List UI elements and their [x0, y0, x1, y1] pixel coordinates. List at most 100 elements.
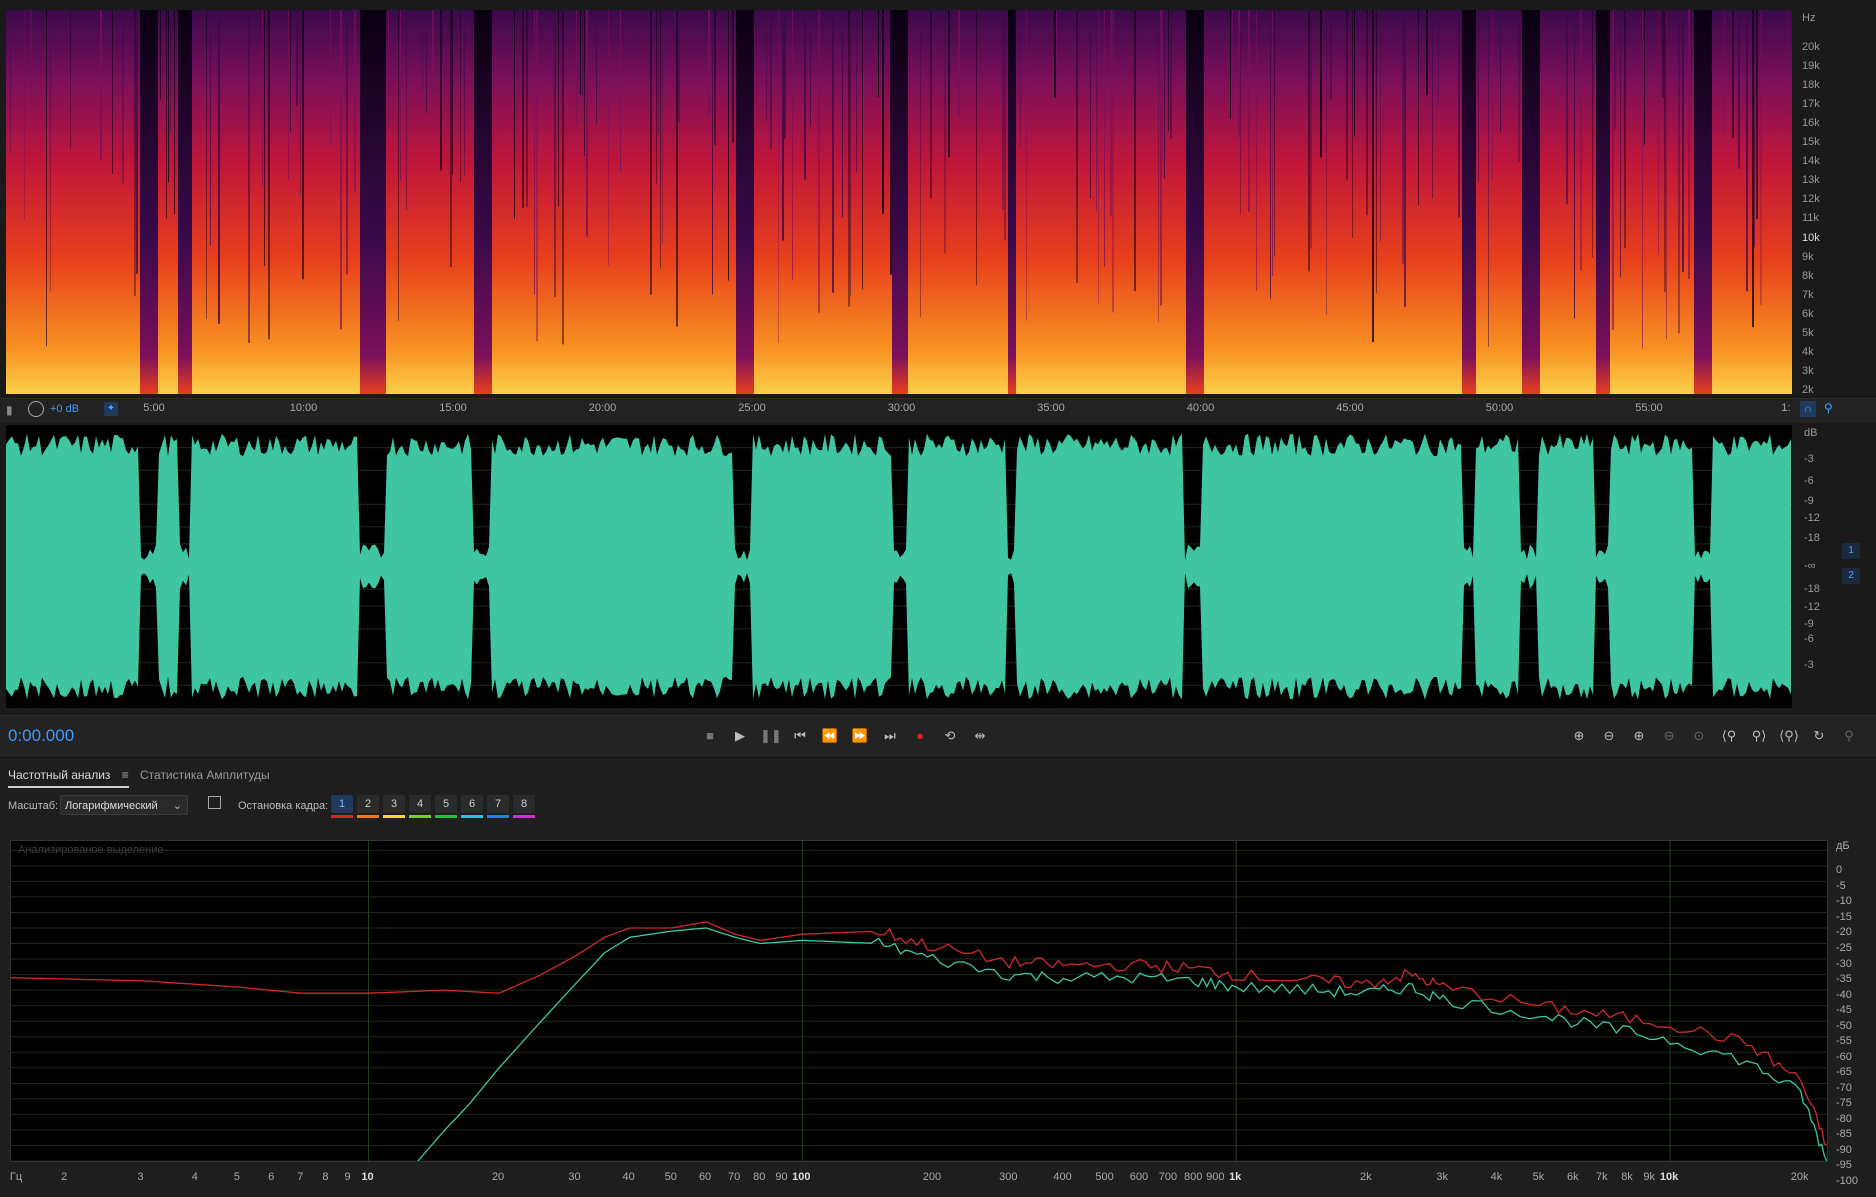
- spectral-streak: [1054, 10, 1056, 98]
- spectral-streak: [300, 10, 301, 196]
- freeze-frame-1[interactable]: 1: [331, 795, 353, 818]
- zoom-out-time-icon[interactable]: ⊖: [1658, 726, 1680, 746]
- tab-frequency-analysis[interactable]: Частотный анализ ≡: [8, 768, 129, 788]
- spectral-streak: [850, 10, 851, 296]
- skip-to-end-icon[interactable]: ⏭: [880, 726, 900, 746]
- spectral-streak: [534, 10, 535, 295]
- spectral-streak: [596, 10, 597, 124]
- db-tick: -5: [1836, 879, 1846, 892]
- spectral-quiet-column: [484, 10, 486, 394]
- channel-2-toggle[interactable]: 2: [1842, 568, 1860, 584]
- spectral-streak: [804, 10, 806, 180]
- spectral-streak: [586, 10, 588, 237]
- pause-icon[interactable]: ❚❚: [760, 726, 782, 746]
- spectral-quiet-column: [476, 10, 478, 394]
- spectral-streak: [1330, 10, 1332, 100]
- headphones-icon[interactable]: ∩: [1800, 401, 1816, 417]
- tab-amplitude-statistics[interactable]: Статистика Амплитуды: [140, 768, 270, 782]
- frequency-analysis-panel: Частотный анализ ≡ Статистика Амплитуды …: [0, 757, 1876, 1197]
- spectral-quiet-column: [184, 10, 186, 394]
- hz-tick: 700: [1158, 1171, 1178, 1183]
- spectral-quiet-column: [1188, 10, 1190, 394]
- db-tick: -55: [1836, 1035, 1852, 1048]
- skip-selection-icon[interactable]: ⇹: [970, 726, 990, 746]
- zoom-in-time-icon[interactable]: ⊕: [1628, 726, 1650, 746]
- waveform-display[interactable]: [6, 425, 1792, 708]
- hz-tick: 4k: [1490, 1171, 1503, 1183]
- spectral-streak: [1402, 10, 1404, 264]
- spectral-streak: [890, 10, 892, 275]
- freeze-frame-2[interactable]: 2: [357, 795, 379, 818]
- freeze-frame-8[interactable]: 8: [513, 795, 535, 818]
- rewind-icon[interactable]: ⏪: [820, 726, 840, 746]
- spectral-streak: [1248, 10, 1250, 212]
- spectral-freq-tick: 7k: [1802, 288, 1814, 301]
- stop-icon[interactable]: ■: [700, 726, 720, 746]
- spectral-streak: [1310, 10, 1312, 249]
- hz-axis: Гц 2 3 4 5 6 7 8 9 10 20 30 40 50 60 70 80 90 100 200 300 400…: [0, 1168, 1876, 1192]
- spectral-streak: [10, 10, 11, 154]
- hz-tick: 900: [1206, 1171, 1225, 1183]
- loop-icon[interactable]: ⟲: [940, 726, 960, 746]
- scale-select[interactable]: Логарифмический ⌄: [60, 795, 188, 815]
- marker-icon[interactable]: ⚲: [1824, 401, 1833, 415]
- spectral-quiet-column: [140, 10, 142, 394]
- spectral-quiet-column: [1538, 10, 1540, 394]
- hz-tick: 40: [622, 1171, 635, 1183]
- spectral-streak: [262, 10, 263, 186]
- spectral-streak: [1020, 10, 1021, 148]
- menu-icon[interactable]: ≡: [122, 768, 129, 782]
- spectral-streak: [1754, 10, 1755, 248]
- spectral-freq-tick: 16k: [1802, 117, 1820, 130]
- freeze-frame-5[interactable]: 5: [435, 795, 457, 818]
- waveform-db-tick: -6: [1804, 475, 1814, 487]
- spectral-streak: [1432, 10, 1433, 199]
- record-icon[interactable]: ●: [910, 726, 930, 746]
- spectral-quiet-column: [360, 10, 362, 394]
- spectral-streak: [676, 10, 678, 327]
- zoom-in-right-icon[interactable]: ⚲⟩: [1748, 726, 1770, 746]
- spectral-streak: [770, 10, 772, 150]
- zoom-reset-icon[interactable]: ↻: [1808, 726, 1830, 746]
- spectral-quiet-column: [748, 10, 750, 394]
- spectral-quiet-column: [1532, 10, 1534, 394]
- fast-forward-icon[interactable]: ⏩: [850, 726, 870, 746]
- hz-tick: 9k: [1643, 1171, 1656, 1183]
- skip-to-start-icon[interactable]: ⏮: [790, 726, 810, 746]
- hz-tick: 50: [664, 1171, 677, 1183]
- volume-knob-icon[interactable]: [28, 401, 44, 417]
- zoom-tracks-icon[interactable]: ⚲: [1838, 726, 1860, 746]
- zoom-in-amplitude-icon[interactable]: ⊕: [1568, 726, 1590, 746]
- frequency-plot[interactable]: [10, 840, 1828, 1162]
- time-ruler[interactable]: ▮ +0 dB ✦ ∩ ⚲ 5:00 10:00 15:00 20:00 25:00 30…: [0, 398, 1876, 424]
- zoom-out-amplitude-icon[interactable]: ⊖: [1598, 726, 1620, 746]
- spectral-streak: [1426, 10, 1428, 96]
- spectral-quiet-column: [1186, 10, 1188, 394]
- db-tick: -10: [1836, 895, 1852, 908]
- pin-icon[interactable]: ✦: [104, 402, 118, 416]
- spectral-unit-label: Hz: [1802, 12, 1816, 24]
- spectral-quiet-column: [486, 10, 488, 394]
- freeze-frame-label: 1: [338, 798, 346, 810]
- channel-1-toggle[interactable]: 1: [1842, 543, 1860, 559]
- spectral-quiet-column: [382, 10, 384, 394]
- freeze-frame-4[interactable]: 4: [409, 795, 431, 818]
- spectral-quiet-column: [1202, 10, 1204, 394]
- spectral-streak: [1658, 10, 1659, 255]
- zoom-full-icon[interactable]: ⊙: [1688, 726, 1710, 746]
- freeze-frame-6[interactable]: 6: [461, 795, 483, 818]
- level-readout[interactable]: +0 dB: [50, 403, 79, 415]
- spectral-streak: [818, 10, 820, 313]
- freeze-frame-7[interactable]: 7: [487, 795, 509, 818]
- spectral-display[interactable]: [6, 10, 1792, 394]
- play-icon[interactable]: ▶: [730, 726, 750, 746]
- spectral-streak: [650, 10, 652, 295]
- zoom-selection-icon[interactable]: ⟨⚲⟩: [1778, 726, 1800, 746]
- spectral-quiet-column: [488, 10, 490, 394]
- spectral-streak: [1230, 10, 1231, 119]
- copy-icon[interactable]: [208, 796, 221, 809]
- db-tick: -30: [1836, 957, 1852, 970]
- zoom-in-left-icon[interactable]: ⟨⚲: [1718, 726, 1740, 746]
- freeze-frame-3[interactable]: 3: [383, 795, 405, 818]
- current-time[interactable]: 0:00.000: [8, 726, 74, 746]
